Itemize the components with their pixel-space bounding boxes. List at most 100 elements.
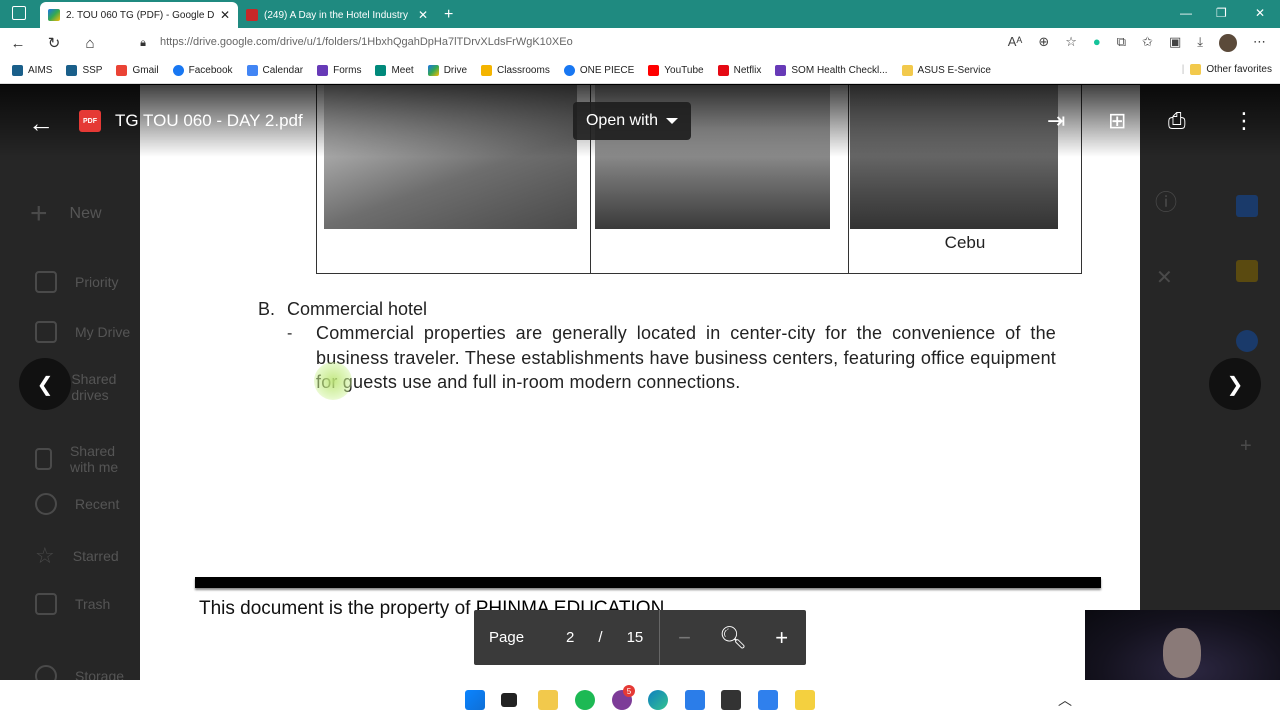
bookmark-label: Meet [391,65,414,76]
zoom-out-icon[interactable]: − [660,625,709,651]
zoom-icon[interactable]: ⊕ [1038,34,1049,52]
bookmark-netflix[interactable]: Netflix [717,65,761,76]
previous-file-button[interactable]: ❮ [19,358,71,410]
read-aloud-icon[interactable]: Aᴬ [1008,34,1023,52]
youtube-favicon-icon [246,9,258,21]
window-close-icon[interactable]: ✕ [1255,6,1265,20]
home-icon[interactable]: ⌂ [72,35,108,52]
sidebar-item-starred[interactable]: ☆ Starred [35,543,119,569]
bookmark-classrooms[interactable]: Classrooms [481,65,550,76]
tray-expand-icon[interactable]: ︿ [1058,690,1072,710]
sidebar-item-my-drive[interactable]: My Drive [35,321,130,343]
page-label: Page [489,629,525,646]
sidebar-item-shared-with-me[interactable]: Shared with me [35,443,140,475]
info-icon[interactable]: ⓘ [1155,185,1177,217]
notepad-icon[interactable] [758,690,778,710]
url-field[interactable]: https://drive.google.com/drive/u/1/folde… [160,36,573,48]
minimize-icon[interactable]: — [1180,6,1192,20]
trash-icon [35,593,57,615]
youtube-icon [648,65,660,76]
aims-icon [12,65,23,76]
plus-icon: + [30,197,48,230]
current-page-input[interactable]: 2 [566,629,574,646]
windows-start-icon[interactable] [465,690,485,710]
back-icon[interactable]: ← [0,35,36,52]
tab-youtube[interactable]: (249) A Day in the Hotel Industry ✕ [238,2,436,28]
refresh-icon[interactable]: ↻ [36,34,72,52]
calendar-addon-icon[interactable] [1236,195,1258,217]
favorites-icon[interactable]: ✩ [1142,34,1153,52]
bookmark-gmail[interactable]: Gmail [116,65,159,76]
tasks-addon-icon[interactable] [1236,330,1258,352]
lock-icon: 🔒︎ [140,36,146,49]
bookmark-drive[interactable]: Drive [427,65,467,76]
sticky-notes-icon[interactable] [721,690,741,710]
move-to-folder-icon[interactable]: ⇥ [1047,108,1065,134]
photo-caption: Cebu [944,233,986,252]
bookmark-one-piece[interactable]: ONE PIECE [563,65,634,76]
bookmark-facebook[interactable]: Facebook [172,65,233,76]
sidebar-item-recent[interactable]: Recent [35,493,119,515]
bookmark-label: SSP [82,65,103,76]
add-comment-icon[interactable]: ⊞ [1108,108,1126,134]
bookmark-forms[interactable]: Forms [317,65,361,76]
chevron-right-icon: ❯ [1226,373,1244,396]
edge-icon[interactable] [648,690,668,710]
more-actions-icon[interactable]: ⋮ [1233,108,1255,134]
forms-icon [775,65,787,76]
section-title: Commercial hotel [287,299,428,319]
app-icon[interactable] [795,690,815,710]
todo-icon[interactable] [685,690,705,710]
pdf-page: Cebu B. Commercial hotel - Commercial pro… [140,85,1140,680]
gmail-icon [116,65,128,76]
zoom-reset-icon[interactable]: 🔍︎ [709,625,758,651]
bookmark-calendar[interactable]: Calendar [246,65,304,76]
back-arrow-icon[interactable]: ← [28,108,54,139]
notification-badge: 5 [623,685,635,697]
sidebar-label: Shared with me [69,443,119,475]
grammarly-icon[interactable]: ● [1093,34,1101,52]
more-menu-icon[interactable]: ⋯ [1253,34,1266,52]
browser-tab-bar: 2. TOU 060 TG (PDF) - Google Dr ✕ (249) … [0,0,1280,28]
tab-actions-icon[interactable] [12,6,26,20]
close-tab-icon[interactable]: ✕ [220,8,230,22]
maximize-icon[interactable]: ❐ [1216,6,1227,20]
add-addon-icon[interactable]: + [1240,435,1252,458]
clock-icon [35,493,57,515]
bookmark-youtube[interactable]: YouTube [648,65,704,76]
zoom-in-icon[interactable]: + [757,625,806,651]
bookmark-label: Forms [333,65,362,76]
open-with-button[interactable]: Open with [573,102,691,140]
other-favorites[interactable]: Other favorites [1190,64,1272,75]
spotify-icon[interactable] [575,690,595,710]
next-file-button[interactable]: ❯ [1209,358,1261,410]
bookmark-asus[interactable]: ASUS E-Service [901,65,991,76]
drive-favicon-icon [48,9,60,21]
sidebar-item-trash[interactable]: Trash [35,593,110,615]
sidebar-item-priority[interactable]: Priority [35,271,119,293]
bookmark-label: Calendar [262,65,304,76]
bookmark-som-health[interactable]: SOM Health Checkl... [775,65,888,76]
new-tab-button[interactable]: + [436,2,461,28]
bookmark-aims[interactable]: AIMS [12,65,52,76]
extensions-icon[interactable]: ⧉ [1117,34,1126,52]
keep-addon-icon[interactable] [1236,260,1258,282]
new-button[interactable]: + New [30,197,102,231]
bookmark-label: YouTube [664,65,704,76]
bookmark-ssp[interactable]: SSP [66,65,102,76]
favorite-star-icon[interactable]: ☆ [1065,34,1077,52]
bookmark-meet[interactable]: Meet [375,65,414,76]
close-tab-icon[interactable]: ✕ [418,8,428,22]
profile-avatar[interactable] [1219,34,1237,52]
body-paragraph: Commercial properties are generally loca… [316,323,1056,392]
downloads-icon[interactable]: ⤓ [1197,34,1203,52]
file-explorer-icon[interactable] [538,690,558,710]
address-bar: ← ↻ ⌂ 🔒︎ https://drive.google.com/drive/… [0,28,1280,58]
sidebar-label: Shared drives [71,371,117,403]
tab-google-drive[interactable]: 2. TOU 060 TG (PDF) - Google Dr ✕ [40,2,238,28]
folder-icon [901,65,913,76]
print-icon[interactable]: ⎙ [1168,108,1186,134]
task-view-icon[interactable] [501,693,517,707]
close-panel-icon[interactable]: ✕ [1156,265,1173,290]
collections-icon[interactable]: ▣ [1169,34,1181,52]
